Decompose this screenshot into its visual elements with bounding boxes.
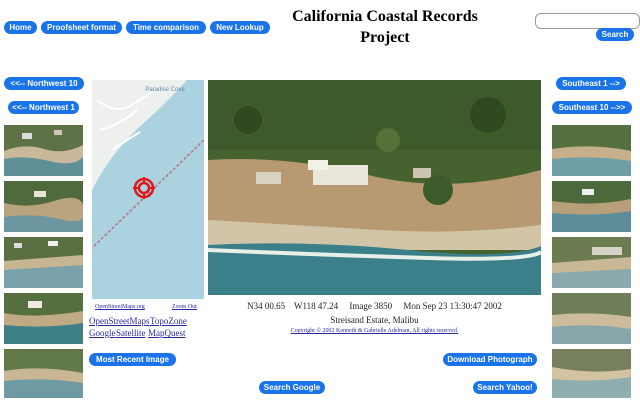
page-title: California Coastal Records Project [270,6,500,48]
map-place-label: Paradise Cove [145,87,185,93]
coastal-thumbnail-image [4,181,83,232]
openstreetmaps-org-link[interactable]: OpenStreetMaps.org [95,304,145,310]
location-marker-icon [133,177,155,199]
coastal-thumbnail-image [552,125,631,176]
coastal-thumbnail-image [4,293,83,344]
search-button[interactable]: Search [596,28,634,41]
image-number: Image 3850 [349,301,393,311]
southeast-10-button[interactable]: Southeast 10 -->> [552,101,632,114]
location-map[interactable]: Paradise Cove [92,80,204,299]
coastal-thumbnail-image [552,293,631,344]
main-photograph[interactable] [208,80,541,295]
time-comparison-button[interactable]: Time comparison [126,21,206,34]
photo-metadata-row: N34 00.65 W118 47.24 Image 3850 Mon Sep … [208,301,541,311]
coastal-thumbnail-image [4,125,83,176]
mapquest-link[interactable]: MapQuest [148,328,186,338]
most-recent-image-button[interactable]: Most Recent Image [89,353,176,366]
openstreetmaps-link[interactable]: OpenStreetMaps [89,316,150,326]
thumbnail-northwest-5[interactable] [4,349,83,398]
google-map-link[interactable]: Google [89,328,116,338]
search-google-button[interactable]: Search Google [259,381,325,394]
coastal-thumbnail-image [4,349,83,398]
proofsheet-format-button[interactable]: Proofsheet format [41,21,122,34]
title-line-1: California Coastal Records [292,8,478,25]
search-input[interactable] [535,13,640,29]
coastal-thumbnail-image [552,349,631,398]
photo-caption: Streisand Estate, Malibu [330,315,419,325]
thumbnail-northwest-3[interactable] [4,237,83,288]
thumbnail-southeast-3[interactable] [552,237,631,288]
longitude: W118 47.24 [293,301,339,311]
thumbnail-southeast-1[interactable] [552,125,631,176]
southeast-1-button[interactable]: Southeast 1 --> [556,77,626,90]
zoom-out-link[interactable]: Zoom Out [172,304,197,310]
aerial-photo-image [208,80,541,295]
topozone-link[interactable]: TopoZone [150,316,187,326]
photo-date: Mon Sep 23 13:30:47 2002 [403,301,502,311]
thumbnail-southeast-4[interactable] [552,293,631,344]
thumbnail-northwest-1[interactable] [4,125,83,176]
coastal-thumbnail-image [4,237,83,288]
northwest-10-button[interactable]: <<-- Northwest 10 [4,77,84,90]
new-lookup-button[interactable]: New Lookup [210,21,270,34]
satellite-link[interactable]: Satellite [116,328,146,338]
coastal-thumbnail-image [552,237,631,288]
northwest-1-button[interactable]: <<-- Northwest 1 [8,101,79,114]
title-line-2: Project [360,29,410,46]
latitude: N34 00.65 [247,301,286,311]
download-photograph-button[interactable]: Download Photograph [443,353,537,366]
copyright-link[interactable]: Copyright © 2002 Kenneth & Gabrielle Ade… [208,328,541,334]
coastal-thumbnail-image [552,181,631,232]
home-button[interactable]: Home [4,21,37,34]
search-yahoo-button[interactable]: Search Yahoo! [473,381,537,394]
thumbnail-southeast-5[interactable] [552,349,631,398]
thumbnail-northwest-4[interactable] [4,293,83,344]
thumbnail-northwest-2[interactable] [4,181,83,232]
thumbnail-southeast-2[interactable] [552,181,631,232]
